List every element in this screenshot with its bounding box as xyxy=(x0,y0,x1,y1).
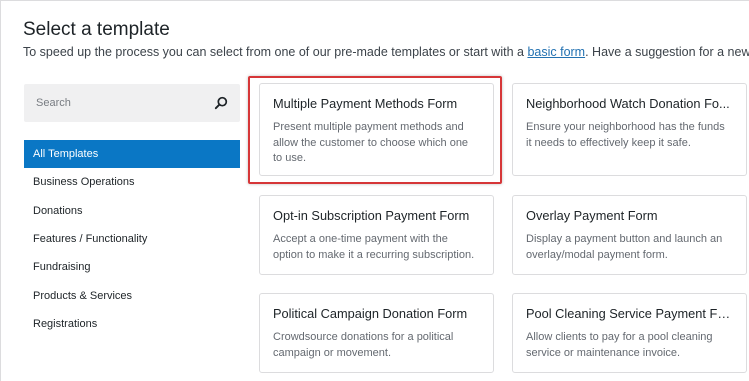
template-card-overlay-payment[interactable]: Overlay Payment Form Display a payment b… xyxy=(512,195,747,275)
template-card-description: Present multiple payment methods and all… xyxy=(273,121,469,164)
template-card-title: Overlay Payment Form xyxy=(526,208,658,223)
template-card-political-campaign[interactable]: Political Campaign Donation Form Crowdso… xyxy=(259,293,494,373)
template-card-description: Allow clients to pay for a pool cleaning… xyxy=(526,331,713,359)
template-card-title: Pool Cleaning Service Payment Fo... xyxy=(526,306,733,321)
template-card-title: Political Campaign Donation Form xyxy=(273,306,468,321)
template-card-description: Accept a one-time payment with the optio… xyxy=(273,233,475,261)
basic-form-link[interactable]: basic form xyxy=(527,45,585,59)
template-card-neighborhood-watch[interactable]: Neighborhood Watch Donation Fo... Ensure… xyxy=(512,83,747,176)
page-subtitle: To speed up the process you can select f… xyxy=(23,45,749,59)
template-card-pool-cleaning[interactable]: Pool Cleaning Service Payment Fo... Allo… xyxy=(512,293,747,373)
search-input[interactable] xyxy=(36,97,214,109)
template-card-opt-in-subscription[interactable]: Opt-in Subscription Payment Form Accept … xyxy=(259,195,494,275)
search-box[interactable] xyxy=(24,84,240,122)
subtitle-text-end: . Have a suggestion for a new template xyxy=(585,45,749,59)
category-products-services[interactable]: Products & Services xyxy=(24,281,240,309)
template-selector-page: Select a template To speed up the proces… xyxy=(0,0,749,381)
category-donations[interactable]: Donations xyxy=(24,197,240,225)
template-card-title: Neighborhood Watch Donation Fo... xyxy=(526,96,730,111)
subtitle-text: To speed up the process you can select f… xyxy=(23,45,528,59)
category-registrations[interactable]: Registrations xyxy=(24,310,240,338)
category-all-templates[interactable]: All Templates xyxy=(24,140,240,169)
category-fundraising[interactable]: Fundraising xyxy=(24,253,240,281)
template-card-title: Opt-in Subscription Payment Form xyxy=(273,208,470,223)
template-card-description: Display a payment button and launch an o… xyxy=(526,233,723,261)
template-card-title: Multiple Payment Methods Form xyxy=(273,96,458,111)
template-card-description: Ensure your neighborhood has the funds i… xyxy=(526,121,725,149)
template-card-description: Crowdsource donations for a political ca… xyxy=(273,331,454,359)
category-list: All Templates Business Operations Donati… xyxy=(24,140,240,338)
search-icon[interactable] xyxy=(214,96,228,110)
page-title: Select a template xyxy=(23,19,170,40)
template-card-multiple-payment-methods[interactable]: Multiple Payment Methods Form Present mu… xyxy=(259,83,494,176)
category-business-operations[interactable]: Business Operations xyxy=(24,168,240,196)
category-features-functionality[interactable]: Features / Functionality xyxy=(24,225,240,253)
